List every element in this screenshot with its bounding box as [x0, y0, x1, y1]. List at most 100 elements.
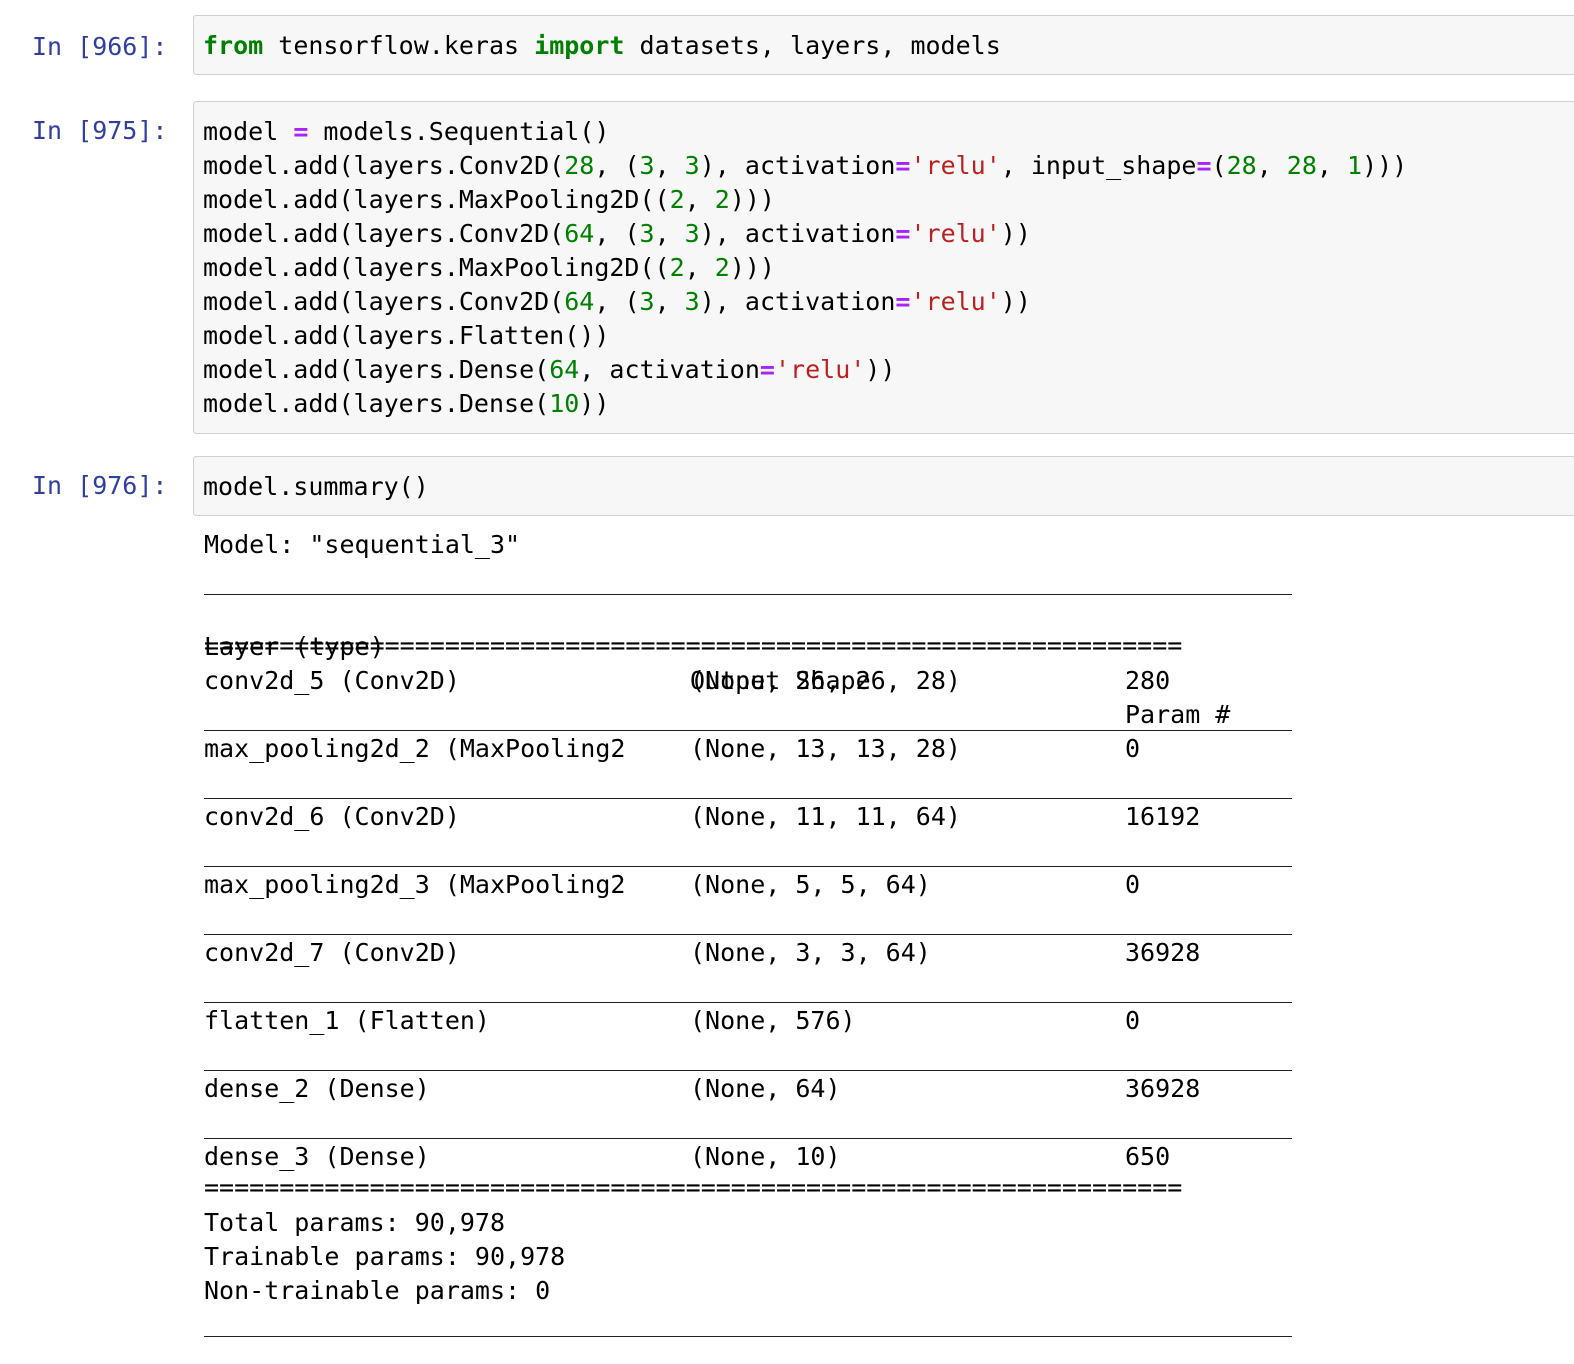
code-token: 'relu'	[774, 355, 866, 384]
cell-1-prompt: In [966]:	[32, 32, 168, 61]
cell-2-input[interactable]: model = models.Sequential() model.add(lay…	[193, 101, 1574, 434]
non-trainable-params: Non-trainable params: 0	[204, 1276, 551, 1305]
code-editor[interactable]: model.summary()	[194, 470, 1574, 504]
code-token: ))	[1000, 219, 1031, 248]
code-token: 28	[564, 151, 595, 180]
layer-name: conv2d_6 (Conv2D)	[204, 802, 460, 831]
summary-row: max_pooling2d_2 (MaxPooling2 (None, 13, 1…	[204, 732, 1292, 766]
cell-3-prompt: In [976]:	[32, 471, 168, 500]
output-shape: (None, 64)	[690, 1074, 841, 1103]
code-editor[interactable]: model = models.Sequential() model.add(lay…	[194, 115, 1574, 421]
code-token: 3	[684, 219, 700, 248]
code-token: ,	[654, 151, 685, 180]
code-token: 2	[669, 253, 685, 282]
code-token: ,	[654, 219, 685, 248]
param-count: 0	[1125, 734, 1141, 763]
code-token: ,	[684, 253, 715, 282]
summary-row: conv2d_6 (Conv2D) (None, 11, 11, 64) 16192	[204, 800, 1292, 834]
code-token: )))	[729, 253, 775, 282]
code-token: 64	[564, 219, 595, 248]
code-token: 'relu'	[910, 287, 1001, 316]
output-shape: (None, 576)	[690, 1006, 856, 1035]
code-token: ), activation	[699, 287, 896, 316]
code-token: model	[203, 117, 294, 146]
separator-line	[204, 1138, 1292, 1139]
code-token: 3	[639, 219, 655, 248]
output-shape: (None, 13, 13, 28)	[690, 734, 961, 763]
output-shape: (None, 5, 5, 64)	[690, 870, 931, 899]
separator-line	[204, 594, 1292, 595]
code-token: =	[759, 355, 775, 384]
code-token: model.add(layers.Conv2D(	[203, 151, 565, 180]
code-token: )))	[729, 185, 775, 214]
code-token: ,	[1256, 151, 1287, 180]
code-token: 3	[639, 151, 655, 180]
code-token: ), activation	[699, 219, 896, 248]
code-token: import	[534, 31, 625, 60]
code-token: model.add(layers.MaxPooling2D((	[203, 253, 670, 282]
code-token: =	[1196, 151, 1212, 180]
code-token: , input_shape	[1000, 151, 1197, 180]
summary-row: conv2d_7 (Conv2D) (None, 3, 3, 64) 36928	[204, 936, 1292, 970]
code-token: 28	[1286, 151, 1317, 180]
code-token: ))	[1000, 287, 1031, 316]
code-token: 1	[1347, 151, 1363, 180]
code-token: =	[895, 219, 911, 248]
header-param: Param #	[1125, 700, 1231, 729]
separator-line	[204, 866, 1292, 867]
code-token: 2	[714, 253, 730, 282]
code-token: model.add(layers.Dense(	[203, 389, 550, 418]
layer-name: conv2d_7 (Conv2D)	[204, 938, 460, 967]
summary-row: dense_2 (Dense) (None, 64) 36928	[204, 1072, 1292, 1106]
output-shape: (None, 10)	[690, 1142, 841, 1171]
code-token: =	[293, 117, 309, 146]
code-token: 2	[714, 185, 730, 214]
total-params: Total params: 90,978	[204, 1208, 506, 1237]
output-shape: (None, 26, 26, 28)	[690, 666, 961, 695]
double-separator: ========================================…	[204, 636, 1183, 656]
cell-3-input[interactable]: model.summary()	[193, 456, 1574, 516]
code-line: model.add(layers.MaxPooling2D((2, 2)))	[203, 251, 1574, 285]
code-token: ,	[684, 185, 715, 214]
param-count: 36928	[1125, 938, 1201, 967]
code-editor[interactable]: from tensorflow.keras import datasets, l…	[194, 29, 1574, 63]
code-token: 64	[564, 287, 595, 316]
code-line: model.add(layers.Conv2D(28, (3, 3), acti…	[203, 149, 1574, 183]
separator-line	[204, 798, 1292, 799]
code-token: datasets, layers, models	[624, 31, 1001, 60]
code-token: 3	[684, 151, 700, 180]
code-token: model.summary()	[203, 472, 429, 501]
code-token: , (	[594, 151, 640, 180]
param-count: 280	[1125, 666, 1171, 695]
separator-line	[204, 730, 1292, 731]
code-line: model.add(layers.Conv2D(64, (3, 3), acti…	[203, 285, 1574, 319]
code-token: , (	[594, 219, 640, 248]
code-token: ))	[865, 355, 896, 384]
cell-2-prompt: In [975]:	[32, 116, 168, 145]
code-token: models.Sequential()	[308, 117, 610, 146]
output-shape: (None, 3, 3, 64)	[690, 938, 931, 967]
code-token: ,	[654, 287, 685, 316]
code-token: ))	[579, 389, 610, 418]
cell-1-input[interactable]: from tensorflow.keras import datasets, l…	[193, 15, 1574, 75]
double-separator: ========================================…	[204, 1178, 1183, 1198]
output-shape: (None, 11, 11, 64)	[690, 802, 961, 831]
code-line: model.add(layers.MaxPooling2D((2, 2)))	[203, 183, 1574, 217]
trainable-params: Trainable params: 90,978	[204, 1242, 566, 1271]
code-token: )))	[1362, 151, 1408, 180]
code-token: 3	[639, 287, 655, 316]
summary-row: conv2d_5 (Conv2D) (None, 26, 26, 28) 280	[204, 664, 1292, 698]
code-line: model.summary()	[203, 470, 1574, 504]
code-token: (	[1211, 151, 1227, 180]
code-token: model.add(layers.Flatten())	[203, 321, 610, 350]
code-token: model.add(layers.Conv2D(	[203, 287, 565, 316]
layer-name: dense_3 (Dense)	[204, 1142, 430, 1171]
separator-line	[204, 1002, 1292, 1003]
code-token: 3	[684, 287, 700, 316]
code-token: 2	[669, 185, 685, 214]
code-token: ), activation	[699, 151, 896, 180]
model-name-line: Model: "sequential_3"	[204, 530, 521, 559]
code-token: ,	[1316, 151, 1348, 180]
code-token: , activation	[579, 355, 760, 384]
layer-name: dense_2 (Dense)	[204, 1074, 430, 1103]
